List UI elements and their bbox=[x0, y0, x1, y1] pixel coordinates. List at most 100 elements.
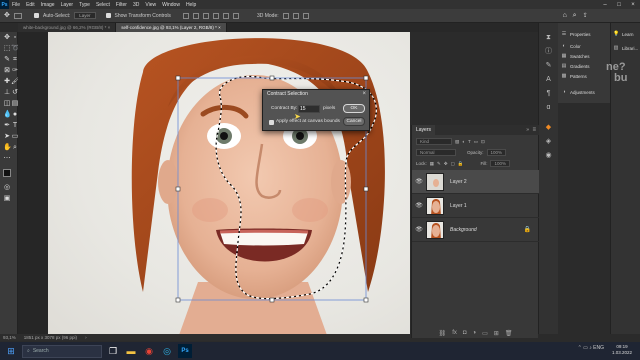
home-icon[interactable]: ⌂ bbox=[563, 12, 569, 19]
layer-name[interactable]: Background bbox=[450, 227, 477, 233]
layer-name[interactable]: Layer 2 bbox=[450, 179, 467, 185]
3d-orbit-icon[interactable] bbox=[282, 12, 289, 19]
align-right-icon[interactable] bbox=[202, 12, 209, 19]
color-row[interactable]: ◐ Color bbox=[561, 43, 580, 49]
blur-tool-icon[interactable]: 💧 bbox=[3, 111, 12, 119]
learn-row[interactable]: 💡 Learn bbox=[613, 31, 634, 37]
zoom-level[interactable]: 93,1% bbox=[3, 335, 16, 340]
windows-start-icon[interactable]: ⊞ bbox=[4, 344, 18, 358]
menu-image[interactable]: Image bbox=[38, 2, 58, 8]
menu-edit[interactable]: Edit bbox=[23, 2, 38, 8]
align-bottom-icon[interactable] bbox=[232, 12, 239, 19]
frame-tool-icon[interactable]: ⊠ bbox=[3, 67, 11, 75]
adjustments-row[interactable]: ◑ Adjustments bbox=[561, 89, 594, 95]
menu-window[interactable]: Window bbox=[159, 2, 183, 8]
swatches-row[interactable]: ▦ Swatches bbox=[561, 53, 590, 59]
ok-button[interactable]: OK bbox=[343, 104, 365, 113]
lock-pixels-icon[interactable]: ▦ bbox=[430, 161, 434, 167]
task-view-icon[interactable]: ❐ bbox=[106, 344, 120, 358]
panel-menu-icon[interactable]: ≡ bbox=[532, 127, 536, 133]
paths-icon[interactable]: ◉ bbox=[544, 151, 553, 160]
gradients-row[interactable]: ▤ Gradients bbox=[561, 63, 590, 69]
delete-layer-icon[interactable]: 🗑 bbox=[505, 330, 513, 337]
status-arrow-icon[interactable]: › bbox=[85, 335, 87, 340]
photoshop-taskbar-icon[interactable]: Ps bbox=[178, 344, 192, 358]
visibility-eye-icon[interactable]: 👁 bbox=[412, 178, 426, 185]
quick-select-tool-icon[interactable]: ✎ bbox=[3, 56, 11, 64]
minimize-icon[interactable]: – bbox=[598, 0, 612, 9]
path-select-tool-icon[interactable]: ➤ bbox=[3, 133, 11, 141]
layer-row-layer-1[interactable]: 👁 Layer 1 bbox=[412, 194, 539, 218]
lock-paint-icon[interactable]: ✎ bbox=[437, 161, 441, 167]
adjustment-layer-icon[interactable]: ◑ bbox=[472, 330, 476, 336]
taskbar-search[interactable]: ⌕ Search bbox=[22, 344, 102, 358]
filter-adjust-icon[interactable]: ◐ bbox=[462, 139, 465, 144]
layer-name[interactable]: Layer 1 bbox=[450, 203, 467, 209]
channels-icon[interactable]: ◈ bbox=[544, 137, 553, 146]
stamp-tool-icon[interactable]: ⊥ bbox=[3, 89, 11, 97]
tab-self-confidence[interactable]: self-confidence.jpg @ 93,1% (Layer 2, RG… bbox=[116, 23, 227, 32]
cancel-button[interactable]: Cancel bbox=[343, 117, 365, 126]
paragraph-icon[interactable]: ¶ bbox=[544, 89, 553, 98]
visibility-eye-icon[interactable]: 👁 bbox=[412, 226, 426, 233]
kind-filter-dropdown[interactable]: Kind bbox=[416, 138, 452, 145]
info-icon[interactable]: ⓘ bbox=[544, 47, 553, 56]
filter-type-icon[interactable]: T bbox=[468, 139, 471, 144]
layer-row-layer-2[interactable]: 👁 Layer 2 bbox=[412, 170, 539, 194]
layer-style-icon[interactable]: fx bbox=[452, 330, 457, 336]
lock-artboard-icon[interactable]: ▢ bbox=[451, 161, 455, 167]
menu-select[interactable]: Select bbox=[93, 2, 113, 8]
3d-pan-icon[interactable] bbox=[302, 12, 309, 19]
align-center-icon[interactable] bbox=[192, 12, 199, 19]
chrome-icon[interactable]: ◉ bbox=[142, 344, 156, 358]
healing-tool-icon[interactable]: ✚ bbox=[3, 78, 11, 86]
close-icon[interactable]: × bbox=[626, 0, 640, 9]
transform-controls-checkbox[interactable] bbox=[105, 13, 111, 18]
maximize-icon[interactable]: □ bbox=[612, 0, 626, 9]
auto-select-checkbox[interactable] bbox=[34, 13, 39, 18]
edge-icon[interactable]: ◎ bbox=[160, 344, 174, 358]
menu-view[interactable]: View bbox=[142, 2, 159, 8]
menu-file[interactable]: File bbox=[9, 2, 23, 8]
clock[interactable]: 09:19 1.03.2022 bbox=[612, 344, 632, 356]
layers-tab[interactable]: Layers bbox=[412, 125, 436, 135]
marquee-tool-icon[interactable]: ⬚ bbox=[3, 45, 11, 53]
search-icon[interactable]: ⌕ bbox=[573, 12, 579, 19]
contract-by-input[interactable]: 15 bbox=[298, 105, 320, 113]
tool-preset-icon[interactable] bbox=[14, 12, 22, 19]
opacity-input[interactable]: 100% bbox=[486, 149, 507, 156]
filter-pixel-icon[interactable]: ▧ bbox=[455, 139, 459, 145]
visibility-eye-icon[interactable]: 👁 bbox=[412, 202, 426, 209]
collapse-icon[interactable]: » bbox=[526, 127, 529, 133]
filter-smart-icon[interactable]: ⊡ bbox=[481, 139, 485, 145]
patterns-row[interactable]: ▩ Patterns bbox=[561, 73, 587, 79]
auto-select-dropdown[interactable]: Layer bbox=[74, 12, 96, 19]
3d-roll-icon[interactable] bbox=[292, 12, 299, 19]
menu-type[interactable]: Type bbox=[76, 2, 93, 8]
add-mask-icon[interactable]: ◘ bbox=[463, 330, 467, 336]
link-layers-icon[interactable]: ⛓ bbox=[439, 330, 447, 337]
libraries-row[interactable]: ▥ Librari... bbox=[613, 45, 639, 51]
lock-all-icon[interactable]: 🔒 bbox=[458, 161, 464, 167]
file-explorer-icon[interactable]: ▬ bbox=[124, 344, 138, 358]
document-photo[interactable] bbox=[48, 32, 410, 338]
properties-row[interactable]: ☰ Properties bbox=[561, 31, 591, 37]
layer-row-background[interactable]: 👁 Background 🔒 bbox=[412, 218, 539, 242]
lock-move-icon[interactable]: ✥ bbox=[444, 161, 448, 167]
character-icon[interactable]: A bbox=[544, 75, 553, 84]
move-tool-icon[interactable]: ✥ bbox=[4, 12, 10, 19]
new-layer-icon[interactable]: ⊞ bbox=[494, 330, 499, 337]
tray-icons[interactable]: ⌃ ▭ ♪ ENG bbox=[578, 345, 604, 351]
quick-mask-icon[interactable]: ◎ bbox=[3, 184, 11, 192]
apply-canvas-bounds-checkbox[interactable] bbox=[269, 120, 274, 125]
dialog-close-icon[interactable]: × bbox=[362, 90, 366, 99]
menu-layer[interactable]: Layer bbox=[58, 2, 77, 8]
more-tools-icon[interactable]: ⋯ bbox=[3, 155, 11, 163]
tab-white-background[interactable]: white-background.jpg @ 66,2% (RGB/8) * × bbox=[18, 23, 117, 32]
menu-help[interactable]: Help bbox=[183, 2, 199, 8]
glyphs-icon[interactable]: ɑ bbox=[544, 103, 553, 112]
brush-settings-icon[interactable]: ✎ bbox=[544, 61, 553, 70]
menu-3d[interactable]: 3D bbox=[130, 2, 142, 8]
share-icon[interactable]: ⇪ bbox=[583, 13, 589, 19]
menu-filter[interactable]: Filter bbox=[113, 2, 130, 8]
